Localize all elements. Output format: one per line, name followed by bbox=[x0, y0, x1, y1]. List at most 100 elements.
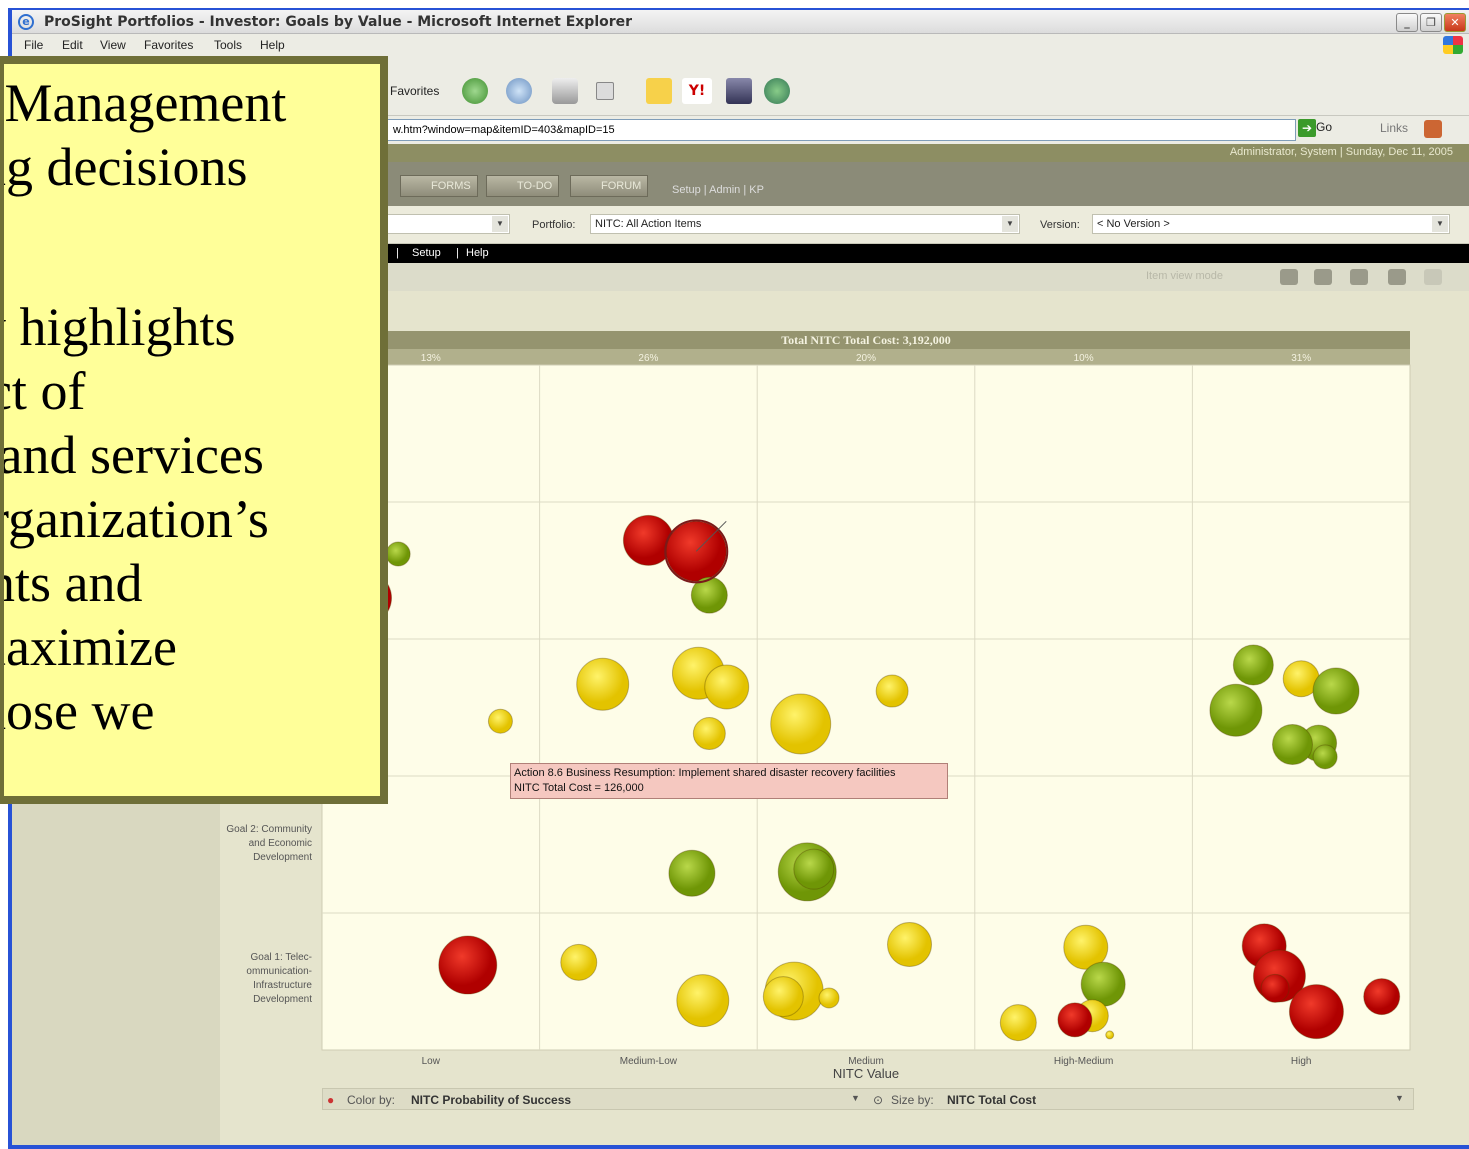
menu-favorites[interactable]: Favorites bbox=[144, 38, 193, 52]
portfolio-select[interactable]: NITC: All Action Items ▼ bbox=[590, 214, 1020, 234]
menu-edit[interactable]: Edit bbox=[62, 38, 83, 52]
pin-icon[interactable] bbox=[1424, 269, 1442, 285]
item-view-mode-select[interactable]: Item view mode bbox=[1146, 270, 1223, 282]
color-by-value[interactable]: NITC Probability of Success bbox=[411, 1093, 571, 1107]
messenger-icon[interactable] bbox=[764, 78, 790, 104]
admin-links[interactable]: Setup | Admin | KP bbox=[672, 184, 764, 196]
goal-2-label: Goal 2: Community and Economic Developme… bbox=[226, 824, 312, 863]
data-bubble bbox=[1288, 984, 1344, 1040]
edit-icon[interactable] bbox=[596, 82, 614, 100]
chevron-down-icon: ▼ bbox=[1432, 216, 1448, 232]
note-icon[interactable] bbox=[646, 78, 672, 104]
data-bubble bbox=[875, 674, 909, 708]
windows-logo-icon bbox=[1443, 36, 1463, 54]
color-by-text: NITC Probability of Success bbox=[411, 1093, 572, 1107]
note-line: organization’s bbox=[4, 489, 269, 549]
data-bubble bbox=[1209, 683, 1263, 737]
menu-help[interactable]: Help bbox=[260, 38, 285, 52]
tab-forms[interactable]: FORMS bbox=[400, 175, 478, 197]
portfolio-value: NITC: All Action Items bbox=[595, 218, 702, 230]
go-arrow-icon[interactable]: ➔ bbox=[1298, 119, 1316, 137]
data-bubble bbox=[676, 974, 730, 1028]
note-line: o Management bbox=[4, 73, 287, 133]
size-by-value[interactable]: NITC Total Cost bbox=[947, 1093, 1036, 1107]
menu-tools[interactable]: Tools bbox=[214, 38, 242, 52]
x-axis-label: NITC Value bbox=[833, 1066, 899, 1081]
tab-todo[interactable]: TO-DO bbox=[486, 175, 560, 197]
go-button[interactable]: Go bbox=[1316, 120, 1332, 134]
email-icon[interactable] bbox=[1388, 269, 1406, 285]
user-status: Administrator, System | Sunday, Dec 11, … bbox=[1229, 146, 1453, 158]
window-title: ProSight Portfolios - Investor: Goals by… bbox=[44, 14, 633, 30]
history-icon[interactable] bbox=[462, 78, 488, 104]
toolbar-extension-icon[interactable] bbox=[1424, 120, 1442, 138]
tab-forms-label: FORMS bbox=[431, 180, 471, 192]
note-line: maximize bbox=[4, 617, 177, 677]
data-bubble bbox=[1260, 973, 1290, 1003]
note-line: ents and bbox=[4, 553, 143, 613]
bubble-tooltip: Action 8.6 Business Resumption: Implemen… bbox=[510, 763, 948, 799]
portfolio-label: Portfolio: bbox=[532, 219, 576, 231]
data-bubble bbox=[576, 657, 630, 711]
version-label: Version: bbox=[1040, 219, 1080, 231]
favorites-button[interactable]: Favorites bbox=[390, 84, 439, 98]
menu-bar: File Edit View Favorites Tools Help bbox=[12, 34, 1469, 56]
note-line: ing decisions bbox=[4, 137, 248, 197]
column-percentage: 31% bbox=[1291, 353, 1311, 364]
mail-icon[interactable] bbox=[506, 78, 532, 104]
data-bubble bbox=[762, 976, 804, 1018]
menu-file[interactable]: File bbox=[24, 38, 43, 52]
refresh-icon[interactable] bbox=[1314, 269, 1332, 285]
title-bar: e ProSight Portfolios - Investor: Goals … bbox=[12, 10, 1469, 34]
tab-forum[interactable]: FORUM bbox=[570, 175, 649, 197]
data-bubble bbox=[487, 708, 513, 734]
note-line: those we bbox=[4, 681, 155, 741]
note-line: ly highlights bbox=[4, 297, 236, 357]
subnav-help[interactable]: Help bbox=[466, 247, 489, 259]
data-bubble bbox=[1057, 1002, 1093, 1038]
goal-1-label: Goal 1: Telec-ommunication-Infrastructur… bbox=[246, 952, 312, 1005]
color-by-label: Color by: bbox=[347, 1093, 396, 1107]
separator: | bbox=[456, 247, 459, 259]
chevron-down-icon[interactable]: ▼ bbox=[851, 1093, 860, 1103]
data-bubble bbox=[793, 848, 835, 890]
x-tick-label: High bbox=[1291, 1056, 1312, 1067]
chevron-down-icon: ▼ bbox=[492, 216, 508, 232]
size-by-label: Size by: bbox=[891, 1093, 934, 1107]
legend-bar: ● Color by: NITC Probability of Success … bbox=[322, 1088, 1414, 1110]
data-bubble bbox=[668, 849, 716, 897]
column-percentage: 13% bbox=[421, 353, 441, 364]
chart-title: Total NITC Total Cost: 3,192,000 bbox=[781, 333, 951, 347]
menu-view[interactable]: View bbox=[100, 38, 126, 52]
data-bubble bbox=[1105, 1030, 1115, 1040]
subnav-setup[interactable]: Setup bbox=[412, 247, 441, 259]
version-value: < No Version > bbox=[1097, 218, 1170, 230]
column-percentage: 26% bbox=[638, 353, 658, 364]
links-button[interactable]: Links bbox=[1380, 121, 1408, 135]
version-select[interactable]: < No Version > ▼ bbox=[1092, 214, 1450, 234]
print-icon[interactable] bbox=[1350, 269, 1368, 285]
link-icon[interactable] bbox=[1280, 269, 1298, 285]
color-by-icon: ● bbox=[327, 1093, 335, 1107]
data-bubble bbox=[770, 693, 832, 755]
minimize-button[interactable]: _ bbox=[1396, 13, 1418, 32]
address-input[interactable]: w.htm?window=map&itemID=403&mapID=15 bbox=[312, 119, 1296, 141]
tooltip-title: Action 8.6 Business Resumption: Implemen… bbox=[514, 767, 896, 779]
data-bubble bbox=[1312, 667, 1360, 715]
ie-icon: e bbox=[18, 14, 34, 30]
chevron-down-icon[interactable]: ▼ bbox=[1395, 1093, 1404, 1103]
data-bubble bbox=[999, 1004, 1037, 1042]
data-bubble bbox=[1363, 978, 1401, 1016]
column-percentage: 10% bbox=[1074, 353, 1094, 364]
data-bubble bbox=[887, 922, 933, 968]
slide-note: o Management ing decisions ly highlights… bbox=[0, 56, 388, 804]
data-bubble bbox=[1080, 961, 1126, 1007]
restore-button[interactable]: ❐ bbox=[1420, 13, 1442, 32]
print-icon[interactable] bbox=[552, 78, 578, 104]
close-button[interactable]: ✕ bbox=[1444, 13, 1466, 32]
note-line: act of bbox=[4, 361, 86, 421]
yahoo-icon[interactable]: Y! bbox=[682, 78, 712, 104]
x-tick-label: Medium-Low bbox=[620, 1056, 678, 1067]
data-bubble bbox=[1312, 744, 1338, 770]
research-icon[interactable] bbox=[726, 78, 752, 104]
